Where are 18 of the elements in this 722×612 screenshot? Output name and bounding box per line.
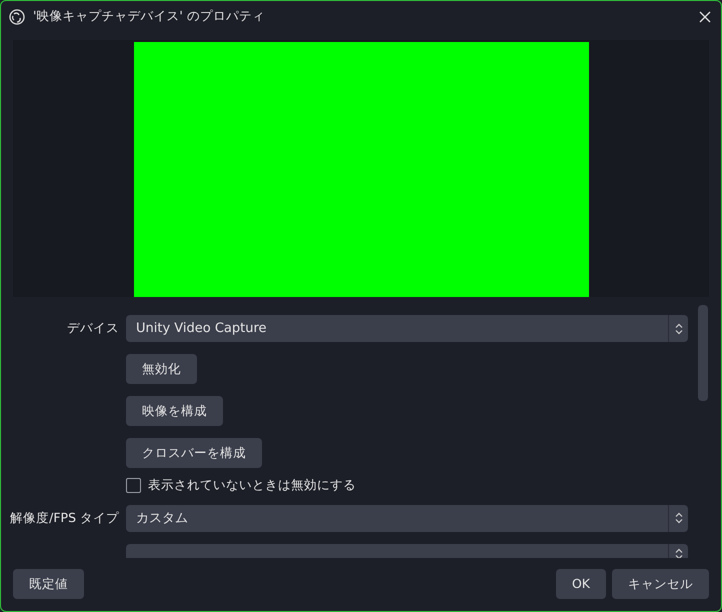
- field-label: デバイス: [67, 320, 119, 336]
- dropdown[interactable]: Unity Video Capture: [126, 315, 688, 342]
- action-button[interactable]: クロスバーを構成: [126, 438, 262, 468]
- field-label: 解像度/FPS タイプ: [10, 510, 119, 525]
- app-logo-icon: [9, 8, 25, 24]
- action-button[interactable]: 映像を構成: [126, 396, 223, 426]
- checkbox[interactable]: [126, 478, 141, 493]
- dropdown[interactable]: カスタム: [126, 504, 688, 532]
- spinner-arrows-icon: [674, 548, 682, 558]
- action-button[interactable]: 無効化: [126, 354, 197, 384]
- close-button[interactable]: [697, 8, 713, 24]
- checkbox-label: 表示されていないときは無効にする: [148, 476, 356, 494]
- spinner-arrows-icon: [674, 512, 682, 524]
- ok-button[interactable]: OK: [556, 569, 606, 599]
- cancel-button[interactable]: キャンセル: [612, 569, 709, 599]
- defaults-button[interactable]: 既定値: [13, 569, 84, 599]
- spinner-arrows-icon: [674, 322, 682, 334]
- window-title: '映像キャプチャデバイス' のプロパティ: [33, 7, 265, 26]
